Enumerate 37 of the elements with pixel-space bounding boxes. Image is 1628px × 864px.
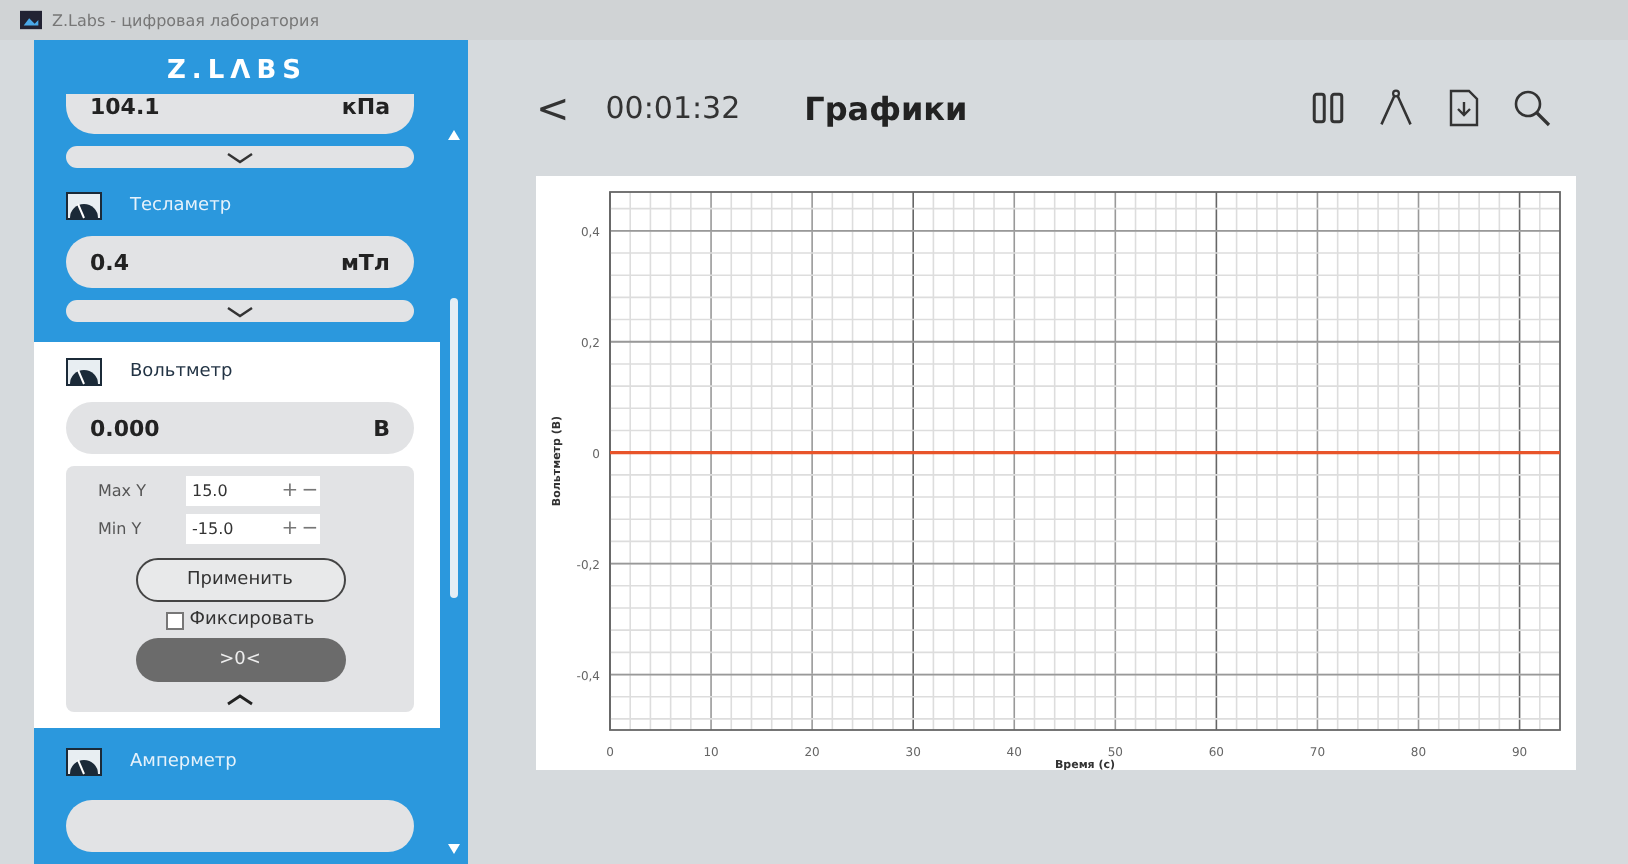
reading-value: 0.4	[90, 249, 129, 275]
reading-value: 104.1	[90, 94, 160, 120]
timer-text: 00:01:32	[605, 90, 741, 126]
reading-unit: кПа	[341, 94, 390, 120]
field-label: Max Y	[96, 482, 148, 500]
number-field[interactable]: -15.0 + −	[186, 514, 320, 544]
dial-icon	[66, 192, 102, 220]
sensor-name[interactable]: Вольтметр	[130, 362, 233, 382]
page-title: Графики	[804, 89, 968, 127]
chevron-down-icon	[226, 151, 254, 163]
compass-icon[interactable]	[1376, 88, 1416, 128]
checkbox[interactable]	[165, 611, 184, 629]
reading-unit: мТл	[340, 249, 390, 275]
reading-value: 0.000	[90, 415, 160, 441]
chevron-down-icon	[226, 305, 254, 317]
expand-button[interactable]	[66, 146, 414, 168]
chevron-up-icon	[226, 693, 254, 705]
dial-icon	[66, 358, 102, 386]
collapse-button[interactable]	[226, 690, 254, 708]
scroll-up-icon[interactable]	[448, 130, 460, 140]
reading-unit: В	[373, 415, 390, 441]
dial-icon	[66, 748, 102, 776]
scrollbar[interactable]	[440, 40, 468, 864]
number-field[interactable]: 15.0 + −	[186, 476, 320, 506]
pause-icon[interactable]	[1308, 88, 1348, 128]
field-label: Min Y	[96, 520, 144, 538]
checkbox-label: Фиксировать	[189, 610, 315, 630]
logo-text: Z.LΛBS	[165, 54, 309, 90]
window-title: Z.Labs - цифровая лаборатория	[52, 11, 319, 29]
expand-button[interactable]	[66, 300, 414, 322]
apply-button[interactable]: Применить	[135, 558, 345, 602]
back-button[interactable]: <	[536, 84, 590, 132]
app-icon	[20, 10, 42, 30]
zero-button[interactable]: >0<	[135, 638, 345, 682]
file-download-icon[interactable]	[1444, 88, 1484, 128]
scroll-down-icon[interactable]	[448, 844, 460, 854]
search-icon[interactable]	[1512, 88, 1552, 128]
